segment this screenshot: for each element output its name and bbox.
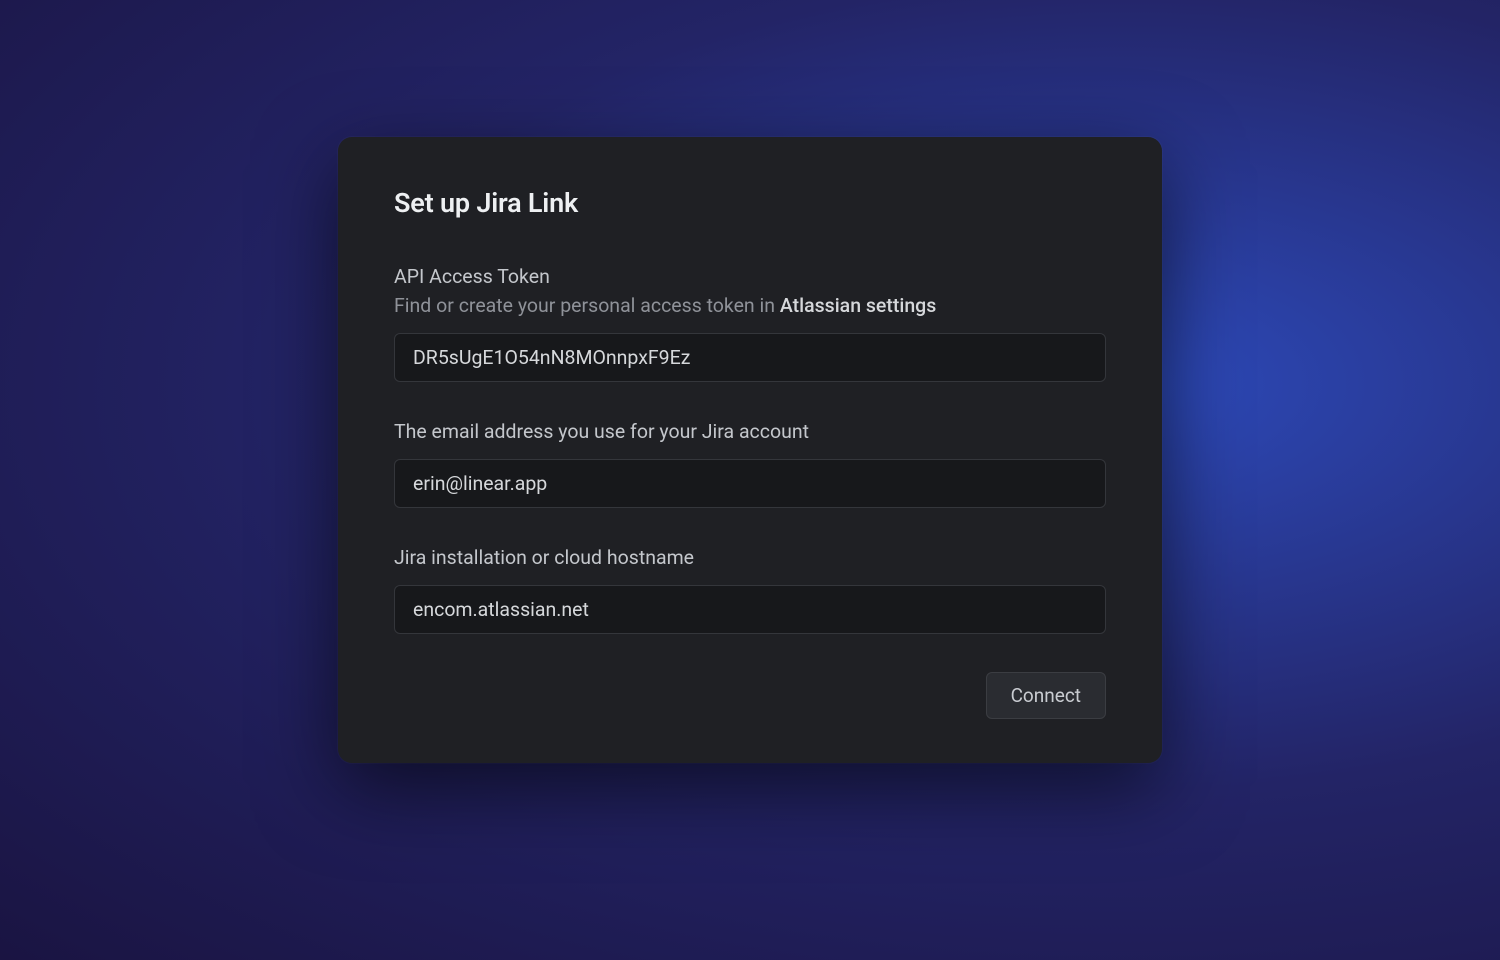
connect-button[interactable]: Connect — [986, 672, 1106, 719]
api-token-hint: Find or create your personal access toke… — [394, 294, 1106, 317]
email-field-group: The email address you use for your Jira … — [394, 420, 1106, 508]
email-input[interactable] — [394, 459, 1106, 508]
atlassian-settings-link[interactable]: Atlassian settings — [780, 294, 936, 317]
hostname-label: Jira installation or cloud hostname — [394, 546, 1106, 569]
button-row: Connect — [394, 672, 1106, 719]
api-token-hint-text: Find or create your personal access toke… — [394, 294, 780, 317]
hostname-input[interactable] — [394, 585, 1106, 634]
api-token-field-group: API Access Token Find or create your per… — [394, 265, 1106, 382]
hostname-field-group: Jira installation or cloud hostname — [394, 546, 1106, 634]
jira-setup-modal: Set up Jira Link API Access Token Find o… — [338, 137, 1162, 763]
modal-title: Set up Jira Link — [394, 187, 1106, 219]
api-token-input[interactable] — [394, 333, 1106, 382]
api-token-label: API Access Token — [394, 265, 1106, 288]
email-label: The email address you use for your Jira … — [394, 420, 1106, 443]
